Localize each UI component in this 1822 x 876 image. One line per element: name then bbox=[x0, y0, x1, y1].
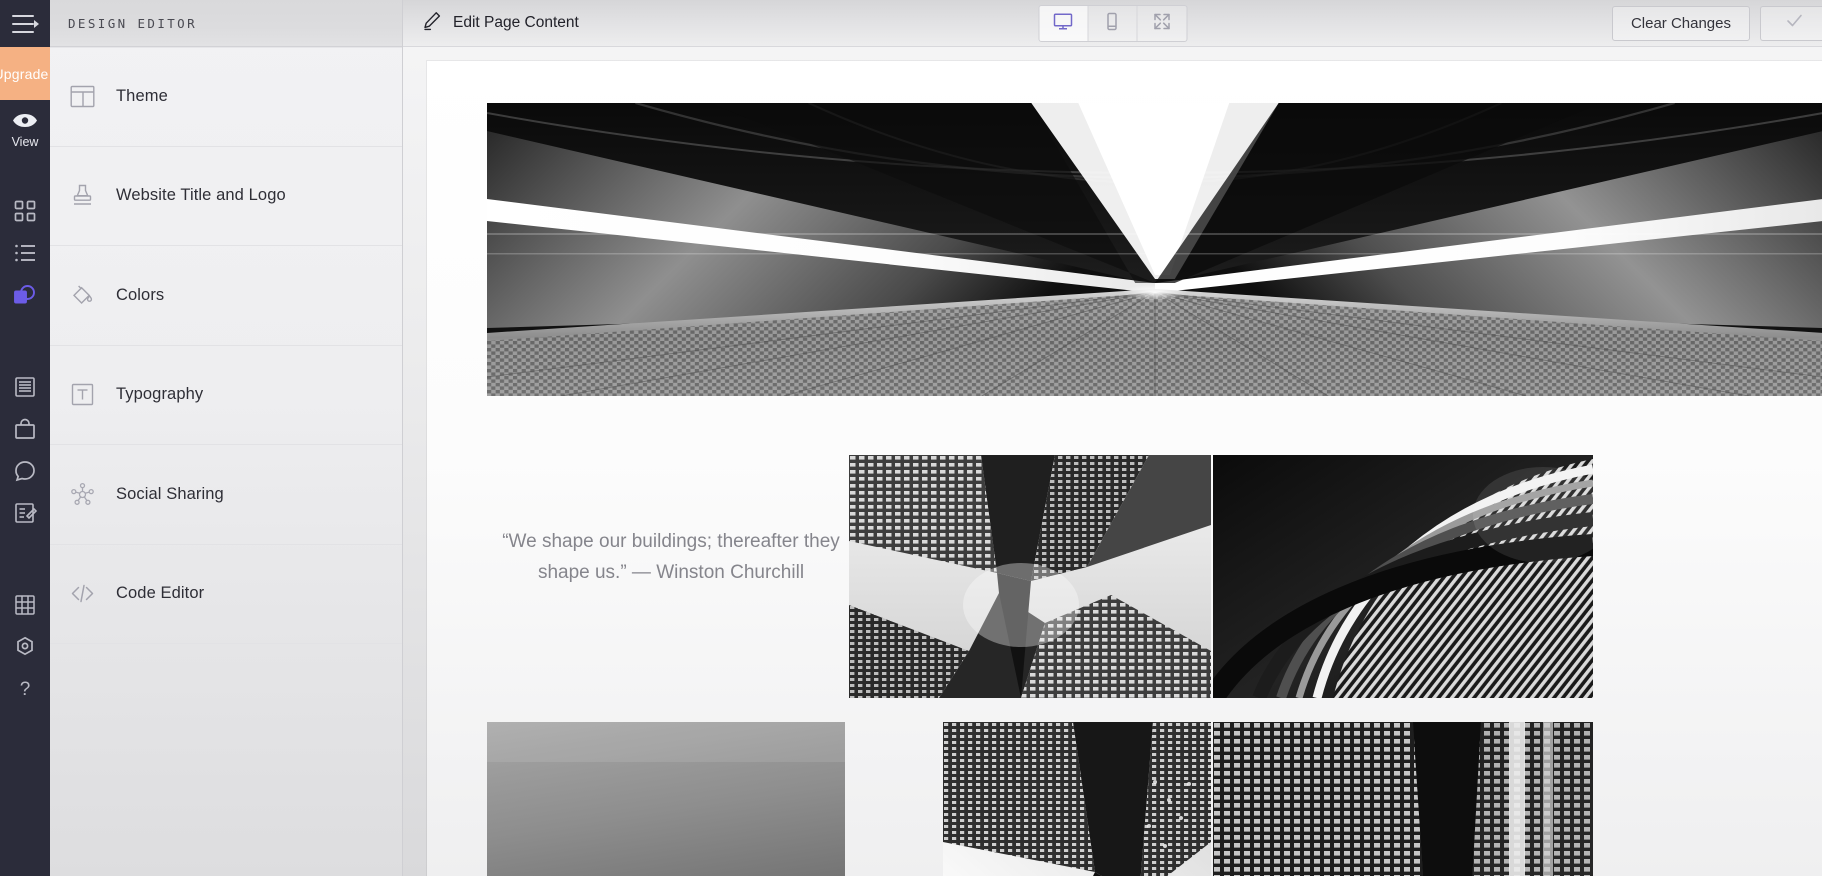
type-box-icon bbox=[70, 382, 116, 407]
svg-text:?: ? bbox=[20, 679, 31, 700]
pencil-icon bbox=[422, 11, 442, 36]
menu-item-typography[interactable]: Typography bbox=[50, 346, 402, 445]
stamp-icon bbox=[70, 183, 116, 208]
design-editor-panel: DESIGN EDITOR Theme Website Title and Lo… bbox=[50, 0, 403, 876]
desktop-monitor-icon bbox=[1053, 11, 1074, 37]
design-menu-list: Theme Website Title and Logo Colors Typo… bbox=[50, 47, 402, 876]
device-toggle-desktop[interactable] bbox=[1039, 6, 1088, 41]
menu-item-label: Code Editor bbox=[116, 584, 205, 603]
upgrade-button[interactable]: Upgrade bbox=[0, 47, 50, 100]
grid-image-gray-gradient-block[interactable] bbox=[487, 722, 845, 876]
check-icon bbox=[1784, 10, 1805, 36]
toolbar-actions: Clear Changes bbox=[1611, 0, 1822, 46]
view-label: View bbox=[11, 135, 39, 150]
edit-page-content-button[interactable]: Edit Page Content bbox=[403, 11, 579, 36]
view-button[interactable]: View bbox=[0, 100, 50, 156]
menu-item-label: Website Title and Logo bbox=[116, 186, 286, 205]
grid-image-skyscrapers-upward-view[interactable] bbox=[849, 455, 1211, 698]
rail-icon-list: ? bbox=[0, 156, 50, 710]
menu-item-website-title-and-logo[interactable]: Website Title and Logo bbox=[50, 147, 402, 246]
device-toggle-mobile[interactable] bbox=[1088, 6, 1137, 41]
store-bag-icon bbox=[13, 417, 37, 441]
design-shapes-icon bbox=[12, 282, 38, 308]
question-mark-icon: ? bbox=[13, 677, 37, 701]
clear-changes-button[interactable]: Clear Changes bbox=[1611, 5, 1750, 41]
menu-item-code-editor[interactable]: Code Editor bbox=[50, 545, 402, 644]
sidebar-item-dashboard[interactable] bbox=[0, 190, 50, 232]
chat-bubble-icon bbox=[13, 459, 37, 483]
apps-grid-icon bbox=[13, 593, 37, 617]
chevron-right-icon bbox=[34, 19, 39, 28]
preview-canvas: “We shape our buildings; thereafter they… bbox=[403, 47, 1822, 876]
design-editor-app: Upgrade View bbox=[0, 0, 1822, 876]
settings-gear-icon bbox=[13, 635, 37, 659]
sidebar-item-comments[interactable] bbox=[0, 450, 50, 492]
sidebar-item-settings[interactable] bbox=[0, 626, 50, 668]
menu-item-label: Theme bbox=[116, 87, 168, 106]
preview-page: “We shape our buildings; thereafter they… bbox=[427, 61, 1822, 876]
panel-empty-area bbox=[50, 644, 402, 876]
confirm-changes-button[interactable] bbox=[1760, 5, 1822, 41]
share-network-icon bbox=[70, 482, 116, 507]
list-icon bbox=[13, 241, 37, 265]
rail-header bbox=[0, 0, 50, 47]
sidebar-item-blog[interactable] bbox=[0, 366, 50, 408]
menu-item-theme[interactable]: Theme bbox=[50, 47, 402, 147]
top-toolbar: Edit Page Content Clear Changes bbox=[403, 0, 1822, 47]
left-icon-rail: Upgrade View bbox=[0, 0, 50, 876]
blog-lines-icon bbox=[13, 375, 37, 399]
clear-changes-label: Clear Changes bbox=[1630, 14, 1731, 32]
sidebar-item-store[interactable] bbox=[0, 408, 50, 450]
menu-item-label: Typography bbox=[116, 385, 204, 404]
code-brackets-icon bbox=[70, 581, 116, 606]
theme-layout-icon bbox=[70, 84, 116, 109]
device-toggle-fullscreen[interactable] bbox=[1137, 6, 1186, 41]
panel-title: DESIGN EDITOR bbox=[68, 15, 198, 31]
edit-page-content-label: Edit Page Content bbox=[453, 14, 579, 31]
menu-item-label: Social Sharing bbox=[116, 484, 224, 503]
sidebar-item-design[interactable] bbox=[0, 274, 50, 316]
menu-item-social-sharing[interactable]: Social Sharing bbox=[50, 445, 402, 545]
main-area: Edit Page Content Clear Changes “We shap… bbox=[403, 0, 1822, 876]
hamburger-menu-icon[interactable] bbox=[12, 14, 39, 33]
image-grid bbox=[427, 61, 1822, 876]
device-preview-toggle-group bbox=[1038, 5, 1187, 42]
sidebar-item-apps[interactable] bbox=[0, 584, 50, 626]
form-edit-icon bbox=[13, 501, 37, 525]
menu-item-label: Colors bbox=[116, 285, 165, 304]
grid-image-building-lattice-view[interactable] bbox=[1213, 722, 1593, 876]
grid-image-curved-facade-pattern[interactable] bbox=[1213, 455, 1593, 698]
menu-item-colors[interactable]: Colors bbox=[50, 246, 402, 346]
sidebar-item-pages-list[interactable] bbox=[0, 232, 50, 274]
sidebar-item-help[interactable]: ? bbox=[0, 668, 50, 710]
panel-header: DESIGN EDITOR bbox=[50, 0, 402, 47]
upgrade-label: Upgrade bbox=[0, 65, 49, 82]
grid-image-tower-corner-view[interactable] bbox=[943, 722, 1211, 876]
dashboard-grid-icon bbox=[13, 199, 37, 223]
paint-bucket-icon bbox=[70, 283, 116, 308]
expand-arrows-icon bbox=[1151, 11, 1172, 37]
eye-icon bbox=[12, 113, 38, 133]
mobile-phone-icon bbox=[1102, 11, 1123, 37]
sidebar-item-forms[interactable] bbox=[0, 492, 50, 534]
